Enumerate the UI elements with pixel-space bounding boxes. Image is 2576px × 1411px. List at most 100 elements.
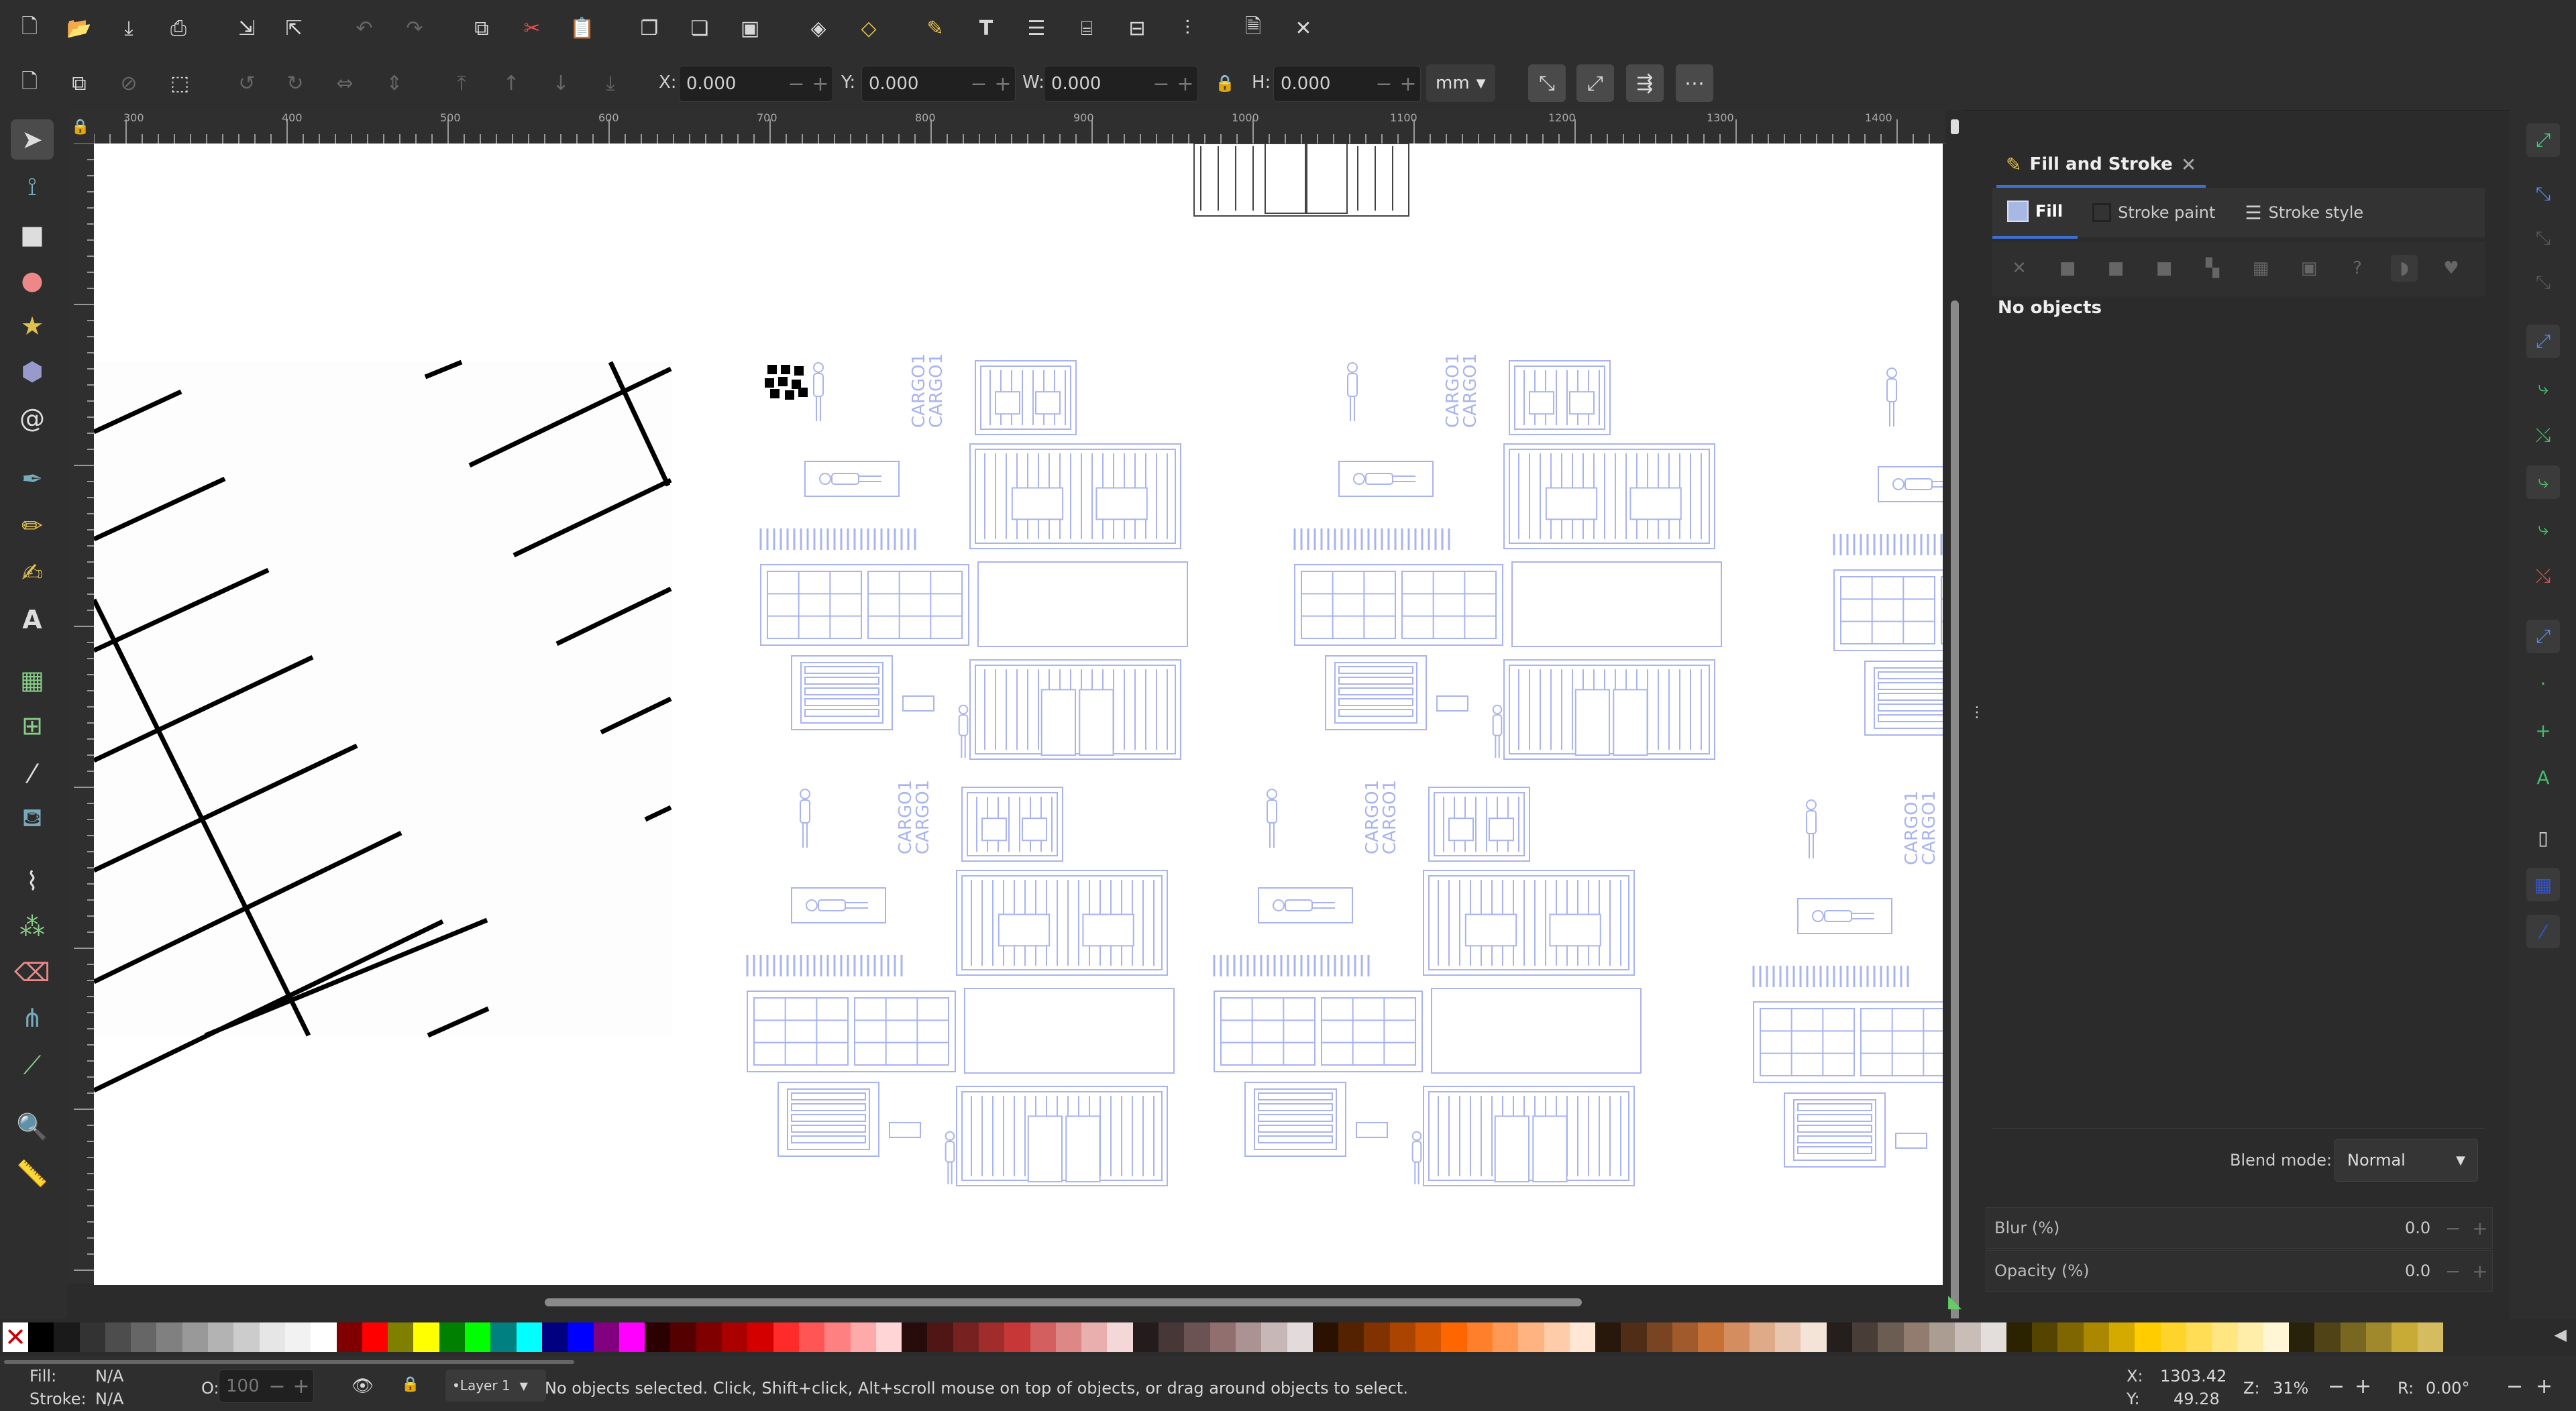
palette-swatch[interactable] [1903,1322,1929,1352]
palette-swatch[interactable] [105,1322,131,1352]
minus-icon[interactable]: − [265,1375,289,1398]
palette-swatch[interactable] [1159,1322,1185,1352]
snap-nodes-icon[interactable]: ⤢ [2526,325,2560,358]
align-distribute-icon[interactable]: ⫶ [1169,9,1206,47]
objects-icon[interactable]: ⊟ [1118,9,1156,47]
snap-toggle-icon[interactable]: ⤢ [2526,123,2560,157]
eraser-tool-icon[interactable]: ⌫ [11,952,54,993]
lpe-tool-icon[interactable]: ⟋ [11,1045,54,1085]
save-icon[interactable]: ⤓ [110,9,148,47]
pattern-icon[interactable]: ▦ [2247,255,2274,282]
paint-bucket-tool-icon[interactable]: ⛾ [11,799,54,840]
3d-box-tool-icon[interactable]: ⬢ [11,351,54,392]
minus-icon[interactable]: − [2445,1217,2472,1239]
snap-guide-icon[interactable]: ⁄ [2526,915,2560,948]
snap-bbox-edge-icon[interactable]: ⤡ [2526,221,2560,255]
horizontal-scroll-thumb[interactable] [545,1298,1582,1306]
palette-swatch[interactable] [233,1322,260,1352]
tweak-tool-icon[interactable]: ⌇ [11,861,54,901]
snap-bbox-corner-icon[interactable]: ⤡ [2526,266,2560,299]
deselect-icon[interactable]: ⊘ [110,64,148,102]
palette-swatch[interactable] [1184,1322,1210,1352]
palette-swatch[interactable] [1030,1322,1056,1352]
export-icon[interactable]: ⇱ [275,9,313,47]
snap-bbox-icon[interactable]: ⤡ [2526,177,2560,211]
calligraphy-tool-icon[interactable]: ✍ [11,553,54,593]
lock-ratio-icon[interactable]: 🔒 [1206,64,1244,102]
palette-swatch[interactable] [2160,1322,2186,1352]
palette-swatch[interactable] [2212,1322,2238,1352]
palette-swatch[interactable] [1235,1322,1262,1352]
snap-rotation-center-icon[interactable]: + [2526,714,2560,747]
clone-icon[interactable]: ❏ [681,9,718,47]
palette-swatch[interactable] [311,1322,337,1352]
vertical-scrollbar[interactable] [1945,110,1964,1387]
xml-editor-icon[interactable]: ⌸ [1068,9,1106,47]
unset-paint-icon[interactable]: ? [2344,255,2371,282]
lower-to-bottom-icon[interactable]: ⤓ [592,64,629,102]
minus-icon[interactable]: − [1372,72,1396,96]
pen-tool-icon[interactable]: ✒ [11,459,54,499]
zoom-out-icon[interactable]: − [2328,1375,2345,1398]
group-icon[interactable]: ◈ [800,9,837,47]
palette-swatch[interactable] [2237,1322,2263,1352]
plus-icon[interactable]: + [2472,1260,2492,1282]
mesh-tool-icon[interactable]: ⊞ [11,706,54,746]
palette-swatch[interactable] [336,1322,362,1352]
color-manage-icon[interactable]: ◣ [1948,1292,1963,1312]
raise-icon[interactable]: ↑ [492,64,530,102]
fill-rule-nonzero-icon[interactable]: ♥ [2438,255,2465,282]
no-paint-swatch-icon[interactable]: ✕ [3,1322,28,1352]
mesh-gradient-icon[interactable]: ▚ [2199,255,2226,282]
plus-icon[interactable]: + [1173,72,1197,96]
layer-select[interactable]: •Layer 1 ▼ [445,1369,546,1402]
snap-grid-icon[interactable]: ▦ [2526,868,2560,901]
palette-swatch[interactable] [1544,1322,1570,1352]
palette-swatch[interactable] [284,1322,311,1352]
palette-swatch[interactable] [2417,1322,2443,1352]
redo-icon[interactable]: ↷ [396,9,433,47]
palette-swatch[interactable] [1389,1322,1416,1352]
layer-lock-icon[interactable]: 🔒 [401,1376,419,1393]
select-same-icon[interactable]: ⬚ [161,64,199,102]
new-document-icon[interactable]: 🗋 [11,9,48,47]
scale-stroke-icon[interactable]: ⤡ [1528,64,1566,102]
tab-fill[interactable]: Fill [1992,186,2078,239]
select-all-layers-icon[interactable]: ⧉ [60,64,98,102]
rotate-ccw-icon[interactable]: ↺ [228,64,266,102]
radial-gradient-icon[interactable]: ■ [2151,255,2178,282]
palette-swatch[interactable] [131,1322,157,1352]
palette-swatch[interactable] [2289,1322,2315,1352]
document-properties-icon[interactable]: 🗎 [1234,9,1272,47]
blend-mode-select[interactable]: Normal ▼ [2334,1139,2478,1182]
minus-icon[interactable]: − [784,72,808,96]
palette-swatch[interactable] [875,1322,902,1352]
rotate-cw-icon[interactable]: ↻ [276,64,314,102]
plus-icon[interactable]: + [2472,1217,2492,1239]
palette-swatch[interactable] [696,1322,722,1352]
palette-swatch[interactable] [1698,1322,1724,1352]
palette-swatch[interactable] [2083,1322,2110,1352]
connector-tool-icon[interactable]: ⋔ [11,998,54,1038]
palette-swatch[interactable] [208,1322,234,1352]
tab-stroke-style[interactable]: ☰ Stroke style [2230,188,2378,237]
text-font-icon[interactable]: T [967,9,1005,47]
y-field[interactable]: 0.000 − + [861,66,1016,102]
palette-swatch[interactable] [2186,1322,2212,1352]
canvas[interactable]: CARGO1 CARGO1 CARGO1 CARGO1 CARGO1 CARGO1 CARG… [94,144,1943,1285]
blur-slider[interactable]: Blur (%) 0.0 − + [1986,1207,2493,1249]
palette-swatch[interactable] [2057,1322,2084,1352]
palette-swatch[interactable] [1492,1322,1519,1352]
palette-swatch[interactable] [1107,1322,1133,1352]
palette-swatch[interactable] [1955,1322,1981,1352]
flat-color-icon[interactable]: ■ [2054,255,2081,282]
snap-path-icon[interactable]: ⤷ [2526,372,2560,405]
horizontal-ruler[interactable]: 300 400 500 600 700 800 900 1000 1100 12… [94,110,1945,144]
palette-swatch[interactable] [1338,1322,1364,1352]
lower-icon[interactable]: ↓ [542,64,580,102]
palette-swatch[interactable] [2314,1322,2341,1352]
palette-swatch[interactable] [1723,1322,1750,1352]
plus-icon[interactable]: + [1396,72,1420,96]
minus-icon[interactable]: − [1149,72,1173,96]
copy-icon[interactable]: ⧉ [463,9,500,47]
